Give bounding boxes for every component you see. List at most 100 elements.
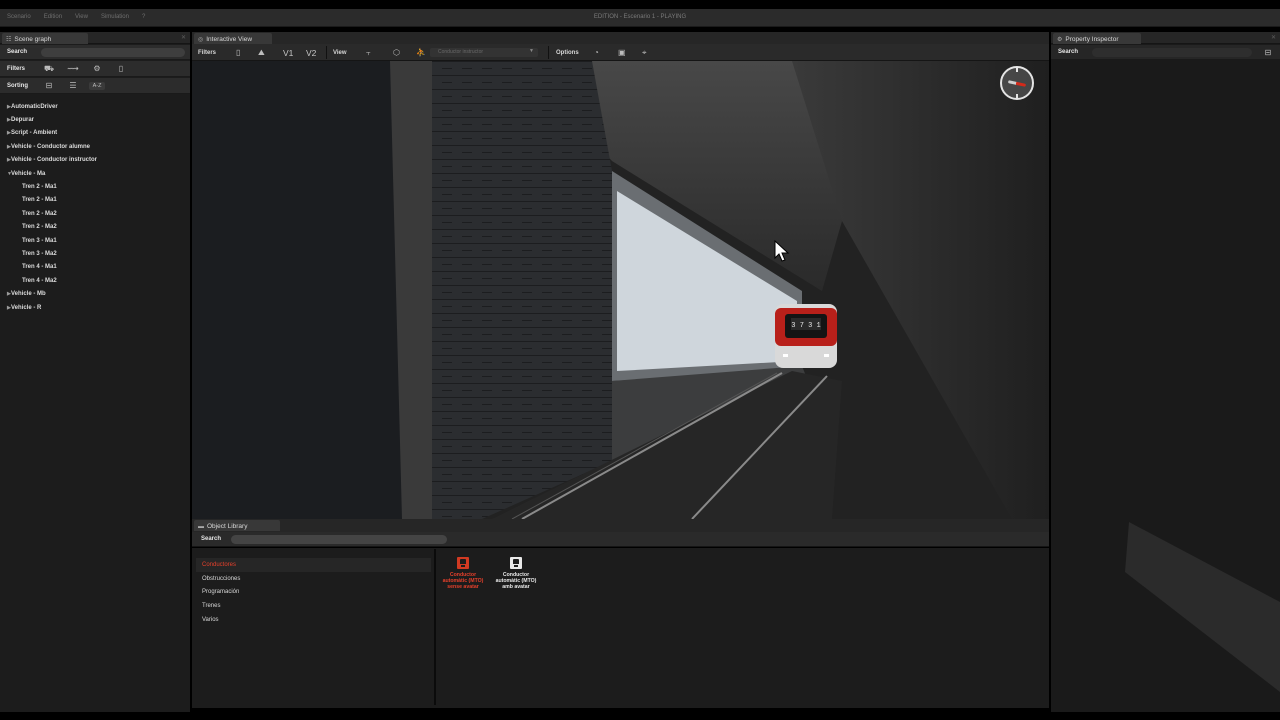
interactive-view-panel: ◎ Interactive View (192, 32, 1049, 44)
camera-dropdown-value: Conductor instructor (438, 49, 484, 55)
collapse-arrow-icon[interactable]: ▼ (0, 171, 12, 177)
tree-node[interactable]: ▶ Depurar (0, 113, 190, 126)
signal-filter-icon[interactable]: ▯ (113, 64, 129, 73)
scene-graph-search-input[interactable] (41, 47, 185, 57)
tab-object-library[interactable]: ▬ Object Library (194, 520, 280, 531)
expand-arrow-icon[interactable]: ▶ (0, 305, 11, 311)
tree-child-node[interactable]: Tren 4 - Ma2 (0, 274, 190, 287)
tab-label: Property Inspector (1065, 36, 1119, 43)
category-obstrucciones[interactable]: Obstrucciones (196, 572, 431, 586)
tree-node-label: Tren 2 - Ma2 (22, 210, 57, 217)
tab-property-inspector[interactable]: ⚙ Property Inspector (1053, 33, 1141, 44)
driver-camera-icon[interactable]: ⛹ (416, 47, 426, 58)
sort-group-icon[interactable]: ⊟ (41, 81, 57, 90)
category-varios[interactable]: Varios (196, 613, 431, 627)
collapse-all-icon[interactable]: ⊟ (1260, 48, 1276, 57)
tree-node-label: Vehicle - Mb (11, 291, 46, 298)
tree-node-label: Vehicle - Ma (11, 170, 46, 177)
tree-child-node[interactable]: Tren 3 - Ma1 (0, 234, 190, 247)
view-label: View (333, 49, 347, 56)
camera-dropdown[interactable]: Conductor instructor ▼ (430, 48, 538, 57)
tree-node[interactable]: ▶ AutomaticDriver (0, 100, 190, 113)
tree-child-node[interactable]: Tren 4 - Ma1 (0, 261, 190, 274)
tree-node[interactable]: ▶ Vehicle - Mb (0, 287, 190, 300)
screen-icon[interactable]: ▣ (618, 47, 626, 58)
terrain-icon[interactable]: ⛰ (258, 47, 265, 58)
tree-child-node[interactable]: Tren 2 - Ma1 (0, 194, 190, 207)
tunnel-scene[interactable]: 3 7 3 1 (192, 61, 1049, 519)
library-item-label: Conductor automàtic (MTO) sense avatar (442, 572, 484, 591)
object-library-search-input[interactable] (231, 534, 448, 544)
inspector-icon: ⚙ (1057, 37, 1063, 43)
tree-node-expanded[interactable]: ▼ Vehicle - Ma (0, 167, 190, 180)
tree-node-label: Tren 4 - Ma2 (22, 277, 57, 284)
tree-node[interactable]: ▶ Vehicle - Conductor alumne (0, 140, 190, 153)
expand-arrow-icon[interactable]: ▶ (0, 130, 11, 136)
tab-label: Interactive View (206, 36, 253, 43)
property-search-row: Search ⊟ (1051, 45, 1280, 60)
library-divider (434, 549, 436, 705)
tree-child-node[interactable]: Tren 2 - Ma2 (0, 221, 190, 234)
gear-icon[interactable]: ⚙ (89, 64, 105, 73)
tree-node-label: AutomaticDriver (11, 103, 58, 110)
3d-viewport[interactable]: 3 7 3 1 (192, 61, 1049, 519)
signal-icon[interactable]: ▯ (236, 47, 240, 58)
property-search-input[interactable] (1092, 47, 1252, 57)
tab-interactive-view[interactable]: ◎ Interactive View (194, 33, 272, 44)
train-headlight-left (783, 354, 788, 357)
category-conductores[interactable]: Conductores (196, 558, 431, 572)
cube-icon[interactable]: ⬡ (393, 47, 400, 58)
tree-node-label: Tren 3 - Ma1 (22, 237, 57, 244)
brick-wall (432, 61, 612, 519)
view-v2-button[interactable]: V2 (306, 47, 316, 58)
search-label: Search (7, 49, 28, 55)
compass-tick (1016, 68, 1018, 72)
inspector-background-shape (1125, 522, 1280, 692)
library-item-label: Conductor automàtic (MTO) amb avatar (495, 572, 537, 591)
search-label: Search (201, 536, 222, 542)
tree-node[interactable]: ▶ Vehicle - Conductor instructor (0, 154, 190, 167)
category-trenes[interactable]: Trenes (196, 599, 431, 613)
network-icon[interactable]: ⌖ (642, 47, 647, 58)
scene-graph-filters-row: Filters ⛟ ⟿ ⚙ ▯ (0, 61, 190, 77)
tree-node[interactable]: ▶ Script - Ambient (0, 127, 190, 140)
left-wall-dark (192, 61, 402, 519)
toolbar-separator (326, 46, 327, 59)
object-library-categories: Conductores Obstrucciones Programación T… (196, 558, 431, 627)
property-inspector-tabstrip: ⚙ Property Inspector ✕ (1051, 32, 1280, 44)
sort-list-icon[interactable]: ☰ (65, 81, 81, 90)
expand-arrow-icon[interactable]: ▶ (0, 157, 11, 163)
route-filter-icon[interactable]: ⟿ (65, 64, 81, 73)
expand-arrow-icon[interactable]: ▶ (0, 291, 11, 297)
compass-icon[interactable] (1000, 66, 1034, 100)
tree-node[interactable]: ▶ Vehicle - R (0, 301, 190, 314)
expand-arrow-icon[interactable]: ▶ (0, 144, 11, 150)
expand-arrow-icon[interactable]: ▶ (0, 117, 11, 123)
driver-icon (457, 557, 469, 569)
tree-child-node[interactable]: Tren 2 - Ma1 (0, 180, 190, 193)
scene-graph-panel: ☷ Scene graph ✕ Search Filters ⛟ ⟿ ⚙ ▯ S… (0, 32, 190, 712)
close-icon[interactable]: ✕ (181, 34, 186, 41)
tree-node-label: Vehicle - R (11, 304, 42, 311)
speed-icon[interactable]: ◔ (594, 47, 599, 58)
sort-alpha-icon[interactable]: A-Z (89, 81, 105, 90)
metro-train: 3 7 3 1 (775, 304, 837, 368)
scene-tree: ▶ AutomaticDriver ▶ Depurar ▶ Script - Ambi… (0, 100, 190, 314)
expand-arrow-icon[interactable]: ▶ (0, 104, 11, 110)
library-item-driver-no-avatar[interactable]: Conductor automàtic (MTO) sense avatar (440, 557, 486, 591)
track-view-icon[interactable]: ⫟ (366, 47, 371, 58)
train-filter-icon[interactable]: ⛟ (41, 64, 57, 74)
compass-tick (1016, 94, 1018, 98)
library-item-driver-avatar[interactable]: Conductor automàtic (MTO) amb avatar (493, 557, 539, 591)
tree-node-label: Tren 2 - Ma2 (22, 224, 57, 231)
view-v1-button[interactable]: V1 (283, 47, 293, 58)
tree-child-node[interactable]: Tren 3 - Ma2 (0, 247, 190, 260)
scene-graph-icon: ☷ (6, 37, 12, 43)
object-library-search-row: Search (192, 532, 1049, 547)
close-icon[interactable]: ✕ (1271, 34, 1276, 41)
tree-child-node[interactable]: Tren 2 - Ma2 (0, 207, 190, 220)
folder-icon: ▬ (198, 523, 204, 530)
tab-scene-graph[interactable]: ☷ Scene graph (2, 33, 88, 44)
category-programacion[interactable]: Programación (196, 586, 431, 600)
chevron-down-icon: ▼ (529, 48, 534, 54)
